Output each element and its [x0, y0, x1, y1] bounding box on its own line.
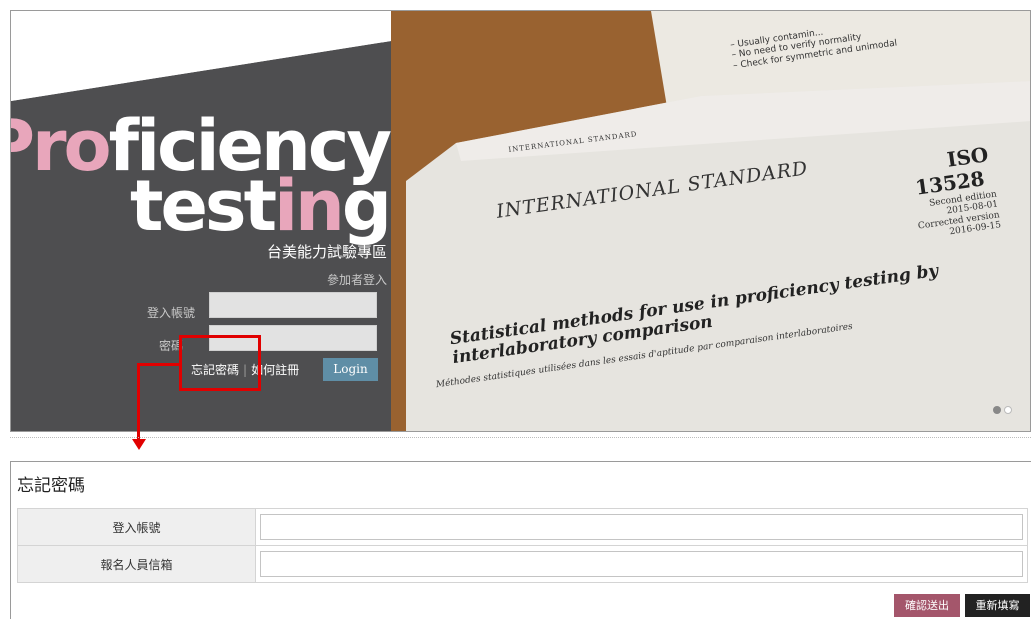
account-input[interactable] — [260, 514, 1023, 540]
login-subtitle: 參加者登入 — [326, 273, 387, 287]
email-cell — [255, 545, 1028, 583]
portal-title: 台美能力試驗專區 — [266, 243, 387, 261]
brand-pink-part: in — [274, 165, 345, 247]
annotation-highlight-box — [179, 335, 261, 391]
forgot-password-title: 忘記密碼 — [17, 476, 85, 496]
brand-white-part: test — [129, 165, 277, 247]
forgot-password-form: 登入帳號 報名人員信箱 — [17, 508, 1028, 583]
hero-banner: – Usually contamin... – No need to verif… — [10, 10, 1031, 432]
email-input[interactable] — [260, 551, 1023, 577]
carousel-dot[interactable] — [1004, 406, 1012, 414]
reset-button[interactable]: 重新填寫 — [965, 594, 1030, 617]
login-button[interactable]: Login — [323, 358, 378, 381]
form-row: 登入帳號 — [17, 508, 1028, 546]
brand-white-part: g — [341, 165, 392, 247]
account-label: 登入帳號 — [17, 508, 256, 546]
brand-pink-part: Pro — [11, 105, 112, 187]
dotted-divider — [10, 437, 1031, 438]
annotation-arrow-line — [137, 363, 181, 366]
account-cell — [255, 508, 1028, 546]
username-label: 登入帳號 — [147, 306, 196, 320]
brand-logo-line2: testing — [130, 171, 392, 241]
username-input[interactable] — [209, 292, 377, 318]
confirm-submit-button[interactable]: 確認送出 — [894, 594, 960, 617]
carousel-dots — [993, 399, 1015, 418]
carousel-dot-active[interactable] — [993, 406, 1001, 414]
email-label: 報名人員信箱 — [17, 545, 256, 583]
annotation-arrow-head — [132, 439, 146, 450]
form-row: 報名人員信箱 — [17, 545, 1028, 583]
annotation-arrow-line — [137, 363, 140, 441]
